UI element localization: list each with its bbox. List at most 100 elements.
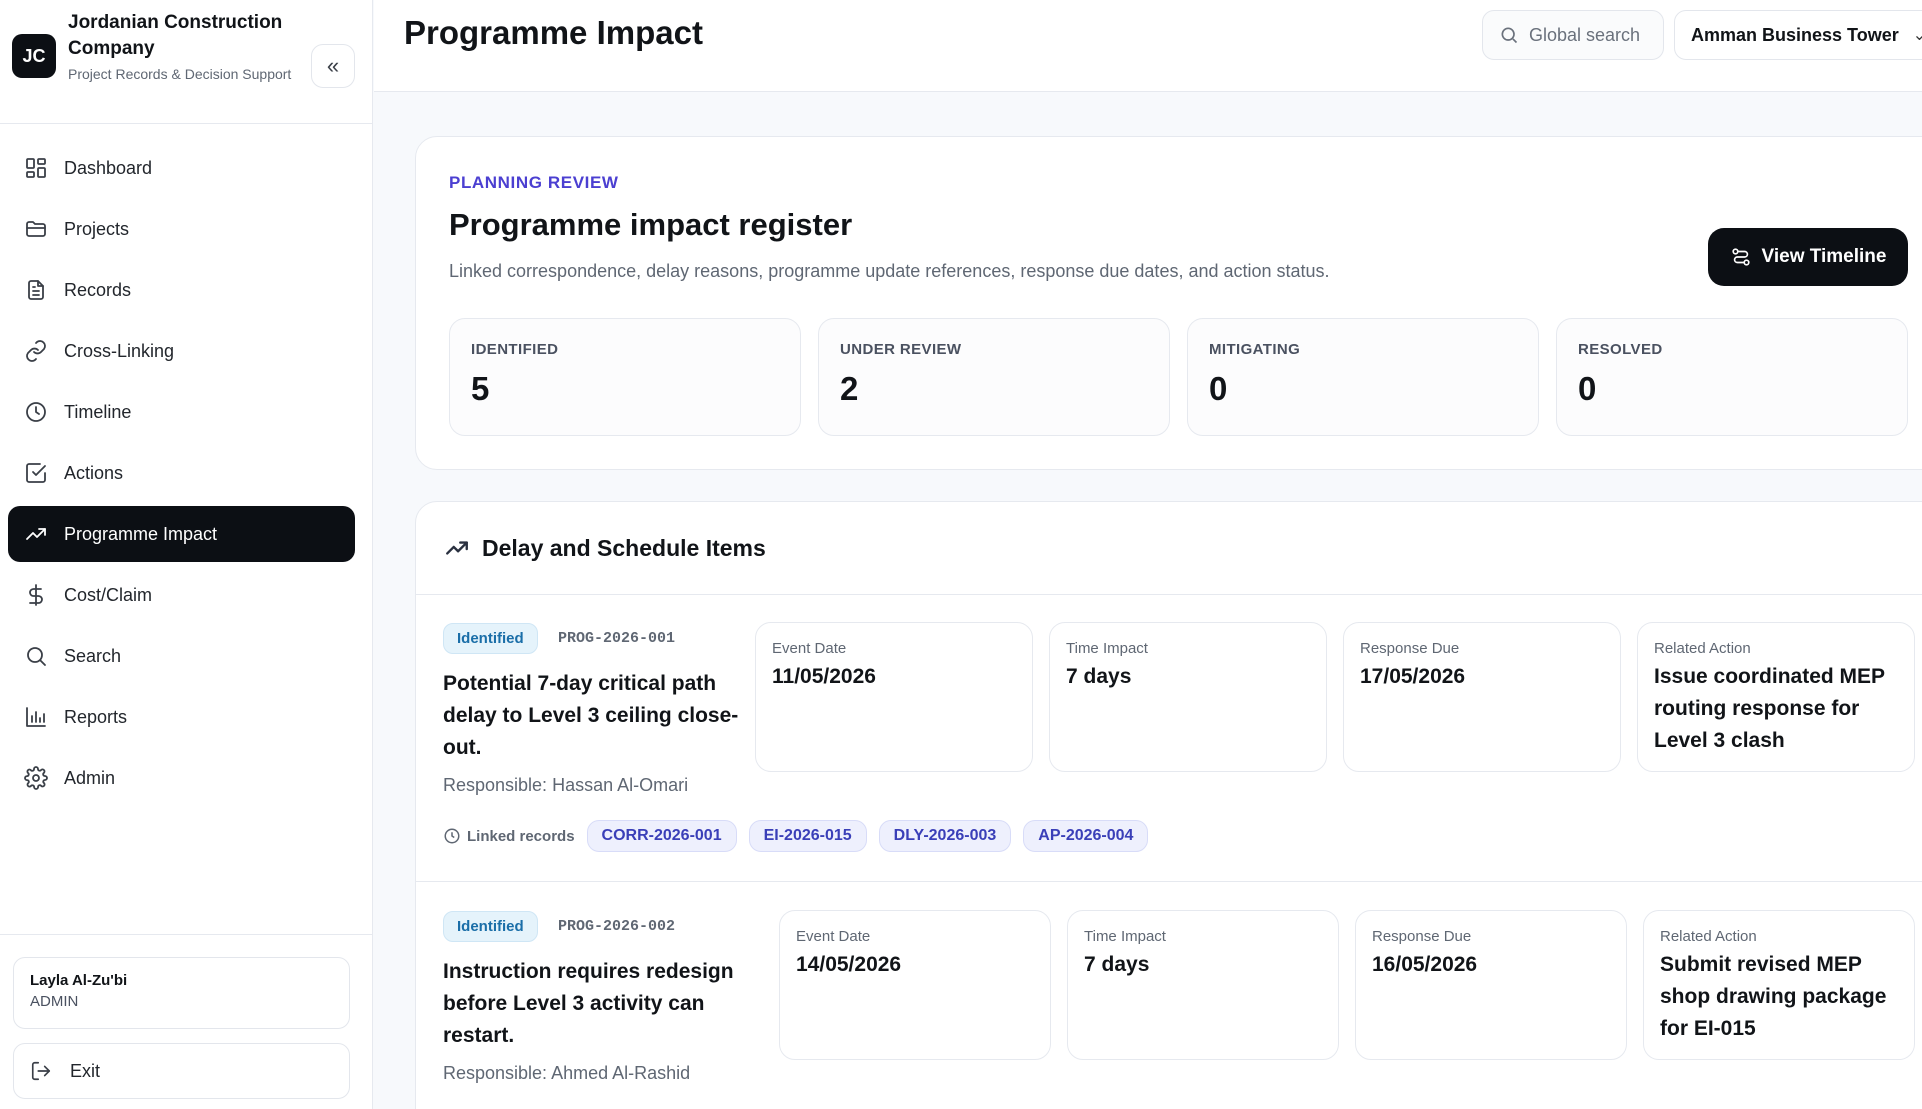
dashboard-icon bbox=[26, 158, 46, 178]
sidebar-item-label: Reports bbox=[64, 706, 128, 727]
sidebar-item-cross-linking[interactable]: Cross-Linking bbox=[8, 323, 355, 379]
item-title: Potential 7-day critical path delay to L… bbox=[443, 672, 739, 759]
stat-value: 0 bbox=[1209, 370, 1228, 407]
sidebar-item-label: Actions bbox=[64, 462, 124, 483]
sidebar-item-actions[interactable]: Actions bbox=[8, 445, 355, 501]
field-label: Related Action bbox=[1660, 928, 1757, 945]
planning-review-card: PLANNING REVIEW Programme impact registe… bbox=[415, 136, 1922, 470]
field-value: 14/05/2026 bbox=[796, 953, 902, 976]
sidebar-item-admin[interactable]: Admin bbox=[8, 750, 355, 806]
linked-record-chip[interactable]: AP-2026-004 bbox=[1023, 820, 1149, 852]
collapse-sidebar-button[interactable]: « bbox=[311, 44, 355, 88]
list-item[interactable]: Identified PROG-2026-002 Instruction req… bbox=[416, 883, 1922, 1109]
item-title: Instruction requires redesign before Lev… bbox=[443, 960, 734, 1047]
project-selector-value: Amman Business Tower bbox=[1691, 24, 1899, 45]
double-chevron-left-icon: « bbox=[326, 53, 340, 78]
item-responsible: Responsible: Hassan Al-Omari bbox=[443, 775, 689, 795]
event-date-field: Event Date 14/05/2026 bbox=[779, 910, 1051, 1060]
brand-header: JC Jordanian Construction Company Projec… bbox=[0, 0, 372, 124]
status-badge: Identified bbox=[443, 911, 538, 942]
stat-label: IDENTIFIED bbox=[471, 341, 559, 358]
stat-mitigating: MITIGATING 0 bbox=[1187, 318, 1539, 436]
stat-identified: IDENTIFIED 5 bbox=[449, 318, 801, 436]
item-id: PROG-2026-002 bbox=[558, 918, 676, 935]
folder-icon bbox=[26, 221, 46, 237]
company-name: Jordanian Construction Company bbox=[68, 12, 283, 59]
sidebar-item-label: Programme Impact bbox=[64, 523, 218, 544]
clock-icon bbox=[444, 828, 460, 844]
stat-under-review: UNDER REVIEW 2 bbox=[818, 318, 1170, 436]
company-logo: JC bbox=[12, 34, 56, 78]
linked-record-chip[interactable]: CORR-2026-001 bbox=[586, 820, 737, 852]
field-label: Response Due bbox=[1360, 640, 1460, 657]
top-bar: Programme Impact Amman Business Tower ⌄ bbox=[374, 0, 1922, 92]
time-impact-field: Time Impact 7 days bbox=[1067, 910, 1339, 1060]
field-value: 7 days bbox=[1084, 953, 1150, 976]
sidebar-item-label: Dashboard bbox=[64, 157, 153, 178]
sidebar-footer: Layla Al-Zu'bi ADMIN Exit bbox=[0, 934, 372, 1109]
field-label: Event Date bbox=[772, 640, 847, 657]
sidebar-item-label: Admin bbox=[64, 767, 116, 788]
stat-label: MITIGATING bbox=[1209, 341, 1301, 358]
sidebar: JC Jordanian Construction Company Projec… bbox=[0, 0, 373, 1109]
sidebar-item-label: Records bbox=[64, 279, 132, 300]
company-tagline: Project Records & Decision Support bbox=[68, 66, 292, 82]
sidebar-item-reports[interactable]: Reports bbox=[8, 689, 355, 745]
items-title: Delay and Schedule Items bbox=[482, 534, 766, 561]
stat-value: 0 bbox=[1578, 370, 1597, 407]
trending-up-icon bbox=[26, 528, 46, 540]
status-badge: Identified bbox=[443, 623, 538, 654]
page-title: Programme Impact bbox=[404, 14, 703, 51]
field-value: 16/05/2026 bbox=[1372, 953, 1478, 976]
section-eyebrow: PLANNING REVIEW bbox=[449, 173, 619, 192]
user-role: ADMIN bbox=[30, 993, 79, 1010]
linked-record-chip[interactable]: EI-2026-015 bbox=[748, 820, 867, 852]
sidebar-item-programme-impact[interactable]: Programme Impact bbox=[8, 506, 355, 562]
document-icon bbox=[28, 280, 44, 300]
response-due-field: Response Due 16/05/2026 bbox=[1355, 910, 1627, 1060]
gear-icon bbox=[24, 766, 48, 790]
sidebar-item-label: Cross-Linking bbox=[64, 340, 175, 361]
items-header: Delay and Schedule Items bbox=[416, 502, 1922, 595]
global-search[interactable] bbox=[1482, 10, 1664, 60]
sidebar-item-label: Cost/Claim bbox=[64, 584, 153, 605]
checkbox-icon bbox=[26, 463, 46, 483]
register-title: Programme impact register bbox=[449, 207, 853, 242]
sidebar-item-search[interactable]: Search bbox=[8, 628, 355, 684]
chevron-down-icon: ⌄ bbox=[1913, 25, 1922, 45]
clock-icon bbox=[26, 402, 46, 422]
sidebar-item-label: Search bbox=[64, 645, 122, 666]
sidebar-item-records[interactable]: Records bbox=[8, 262, 355, 318]
stat-value: 2 bbox=[840, 370, 859, 407]
linked-records: Linked records CORR-2026-001 EI-2026-015… bbox=[443, 820, 1160, 852]
bar-chart-icon bbox=[26, 707, 46, 727]
view-timeline-button[interactable]: View Timeline bbox=[1708, 228, 1908, 286]
sidebar-item-cost-claim[interactable]: Cost/Claim bbox=[8, 567, 355, 623]
linked-records-label: Linked records bbox=[443, 827, 575, 845]
sidebar-item-timeline[interactable]: Timeline bbox=[8, 384, 355, 440]
linked-records-text: Linked records bbox=[467, 827, 575, 845]
global-search-input[interactable] bbox=[1529, 24, 1659, 46]
user-card: Layla Al-Zu'bi ADMIN bbox=[13, 957, 350, 1029]
related-action-field: Related Action Issue coordinated MEP rou… bbox=[1637, 622, 1915, 772]
project-selector[interactable]: Amman Business Tower ⌄ bbox=[1674, 10, 1922, 60]
stat-value: 5 bbox=[471, 370, 490, 407]
field-value: Issue coordinated MEP routing response f… bbox=[1654, 665, 1885, 752]
field-value: 11/05/2026 bbox=[772, 665, 876, 688]
item-id: PROG-2026-001 bbox=[558, 630, 676, 647]
time-impact-field: Time Impact 7 days bbox=[1049, 622, 1327, 772]
view-timeline-label: View Timeline bbox=[1761, 246, 1887, 267]
sidebar-item-dashboard[interactable]: Dashboard bbox=[8, 140, 355, 196]
delay-schedule-items-card: Delay and Schedule Items Identified PROG… bbox=[415, 501, 1922, 1109]
list-item[interactable]: Identified PROG-2026-001 Potential 7-day… bbox=[416, 595, 1922, 882]
user-name: Layla Al-Zu'bi bbox=[30, 972, 128, 989]
logout-icon bbox=[31, 1061, 51, 1081]
field-label: Time Impact bbox=[1066, 640, 1148, 657]
field-label: Time Impact bbox=[1084, 928, 1166, 945]
sidebar-item-projects[interactable]: Projects bbox=[8, 201, 355, 257]
field-label: Response Due bbox=[1372, 928, 1472, 945]
exit-button[interactable]: Exit bbox=[13, 1043, 350, 1099]
route-icon bbox=[1731, 248, 1750, 266]
item-responsible: Responsible: Ahmed Al-Rashid bbox=[443, 1063, 691, 1083]
linked-record-chip[interactable]: DLY-2026-003 bbox=[878, 820, 1012, 852]
